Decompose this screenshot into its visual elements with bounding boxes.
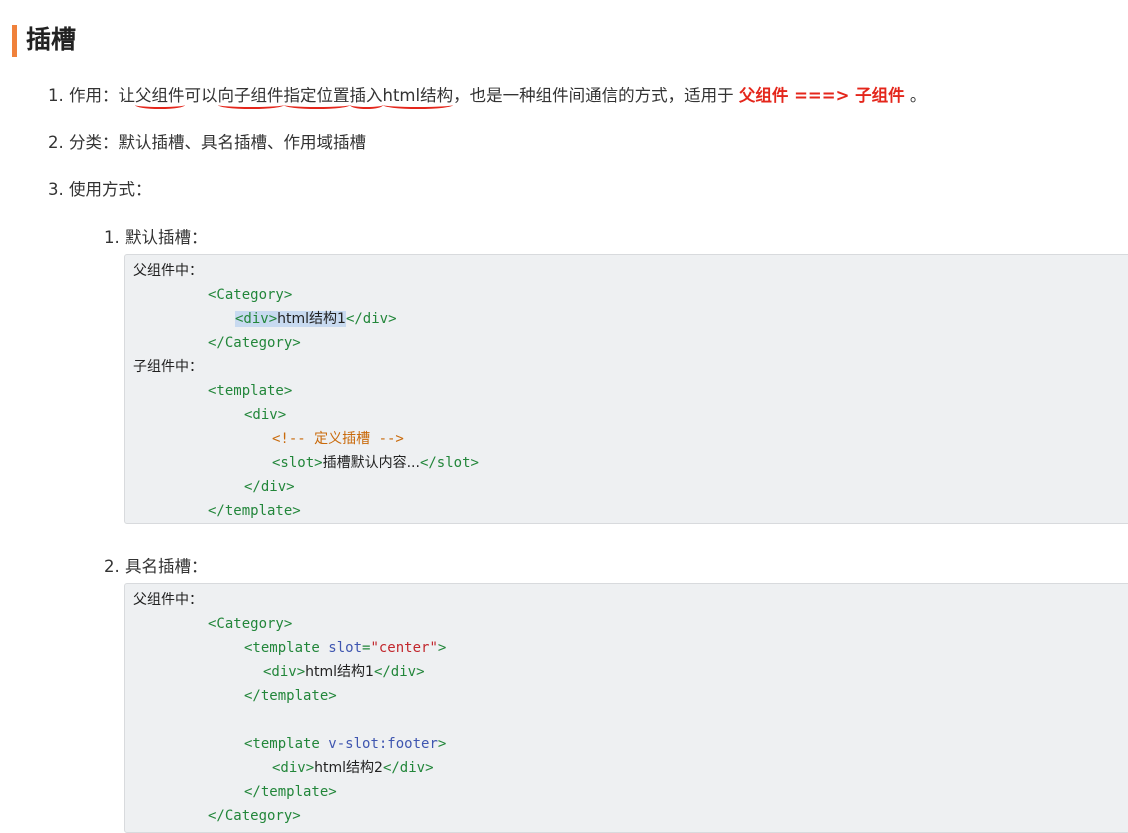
code-tag: >: [437, 736, 447, 752]
text-segment: 让: [118, 86, 136, 105]
sub-item-named-slot: 2. 具名插槽：: [104, 555, 208, 579]
section-heading: 插槽: [26, 25, 77, 54]
text-segment: 。: [904, 86, 927, 105]
code-text: 插槽默认内容...: [322, 455, 420, 471]
code-tag: <slot>: [272, 455, 323, 471]
code-text: html结构2: [314, 760, 383, 776]
underlined-text: 父组件: [135, 86, 185, 105]
code-tag: <div>: [244, 407, 287, 423]
item-prefix: 作用：: [69, 86, 119, 105]
code-tag: </div>: [244, 479, 295, 495]
item-number: 3.: [48, 180, 64, 199]
underlined-text: html结构: [382, 86, 454, 105]
item-text: 分类：默认插槽、具名插槽、作用域插槽: [69, 133, 366, 152]
code-line: <!-- 定义插槽 -->: [272, 427, 404, 451]
item-number: 1.: [48, 86, 64, 105]
code-tag: </template>: [244, 784, 337, 800]
code-line: <slot>插槽默认内容...</slot>: [272, 451, 479, 475]
code-text: 父组件中：: [133, 592, 203, 608]
code-tag: </div>: [345, 311, 397, 327]
code-line: <div>html结构1</div>: [263, 660, 425, 684]
code-line: <template>: [208, 379, 292, 403]
code-tag: <Category>: [208, 616, 293, 632]
code-block-named-slot: 父组件中： <Category> <template slot="center"…: [124, 583, 1128, 833]
code-tag: </template>: [244, 688, 337, 704]
code-tag: >: [437, 640, 447, 656]
code-string: "center": [370, 640, 438, 656]
code-line: </template>: [208, 499, 301, 523]
code-tag: <div>: [272, 760, 315, 776]
code-tag: <template: [244, 736, 329, 752]
code-line: <template slot="center">: [244, 636, 446, 660]
item-text: 默认插槽：: [125, 228, 208, 247]
code-tag: </Category>: [208, 808, 301, 824]
code-tag: </div>: [373, 664, 425, 680]
code-line: </Category>: [208, 804, 301, 828]
underlined-text: 向子组件: [217, 86, 284, 105]
item-number: 1.: [104, 228, 120, 247]
code-line: 父组件中：: [133, 259, 203, 283]
item-text: 具名插槽：: [125, 557, 208, 576]
code-line: <div>html结构2</div>: [272, 756, 434, 780]
item-number: 2.: [104, 557, 120, 576]
highlighted-text: 父组件 ===> 子组件: [738, 86, 905, 105]
text-segment: 可以: [184, 86, 218, 105]
code-line: </template>: [244, 780, 337, 804]
code-line: <div>html结构1</div>: [235, 307, 397, 331]
code-tag: </slot>: [419, 455, 479, 471]
code-text: 子组件中：: [133, 359, 203, 375]
heading-accent-bar: [12, 25, 17, 57]
code-attr: v-slot:footer: [328, 736, 438, 752]
code-tag: <template>: [208, 383, 293, 399]
code-text: 父组件中：: [133, 263, 203, 279]
code-line: </div>: [244, 475, 295, 499]
code-block-default-slot: 父组件中： <Category> <div>html结构1</div> </Ca…: [124, 254, 1128, 524]
code-text: html结构1: [305, 664, 374, 680]
code-tag: <Category>: [208, 287, 293, 303]
underlined-text: 指定位置: [283, 86, 350, 105]
list-item-usage: 3. 使用方式：: [48, 178, 152, 202]
code-attr: slot: [328, 640, 363, 656]
selection-highlight: <div>html结构1: [235, 311, 346, 327]
code-tag: </div>: [382, 760, 434, 776]
text-segment: ，也是一种组件间通信的方式，适用于: [453, 86, 739, 105]
list-item-purpose: 1. 作用：让父组件可以向子组件指定位置插入html结构，也是一种组件间通信的方…: [48, 84, 926, 108]
item-number: 2.: [48, 133, 64, 152]
code-tag: <div>: [235, 311, 278, 327]
underlined-text: 插入: [349, 86, 383, 105]
code-text: html结构1: [277, 311, 346, 327]
list-item-categories: 2. 分类：默认插槽、具名插槽、作用域插槽: [48, 131, 366, 155]
sub-item-default-slot: 1. 默认插槽：: [104, 226, 208, 250]
code-tag: </template>: [208, 503, 301, 519]
code-line: </Category>: [208, 331, 301, 355]
code-comment: <!-- 定义插槽 -->: [272, 431, 404, 447]
code-line: <template v-slot:footer>: [244, 732, 446, 756]
code-line: 子组件中：: [133, 355, 203, 379]
item-text: 使用方式：: [69, 180, 152, 199]
code-line: 父组件中：: [133, 588, 203, 612]
code-line: </template>: [244, 684, 337, 708]
code-line: <Category>: [208, 283, 292, 307]
code-tag: <template: [244, 640, 329, 656]
code-line: <div>: [244, 403, 286, 427]
code-tag: <div>: [263, 664, 306, 680]
code-tag: </Category>: [208, 335, 301, 351]
code-line: <Category>: [208, 612, 292, 636]
